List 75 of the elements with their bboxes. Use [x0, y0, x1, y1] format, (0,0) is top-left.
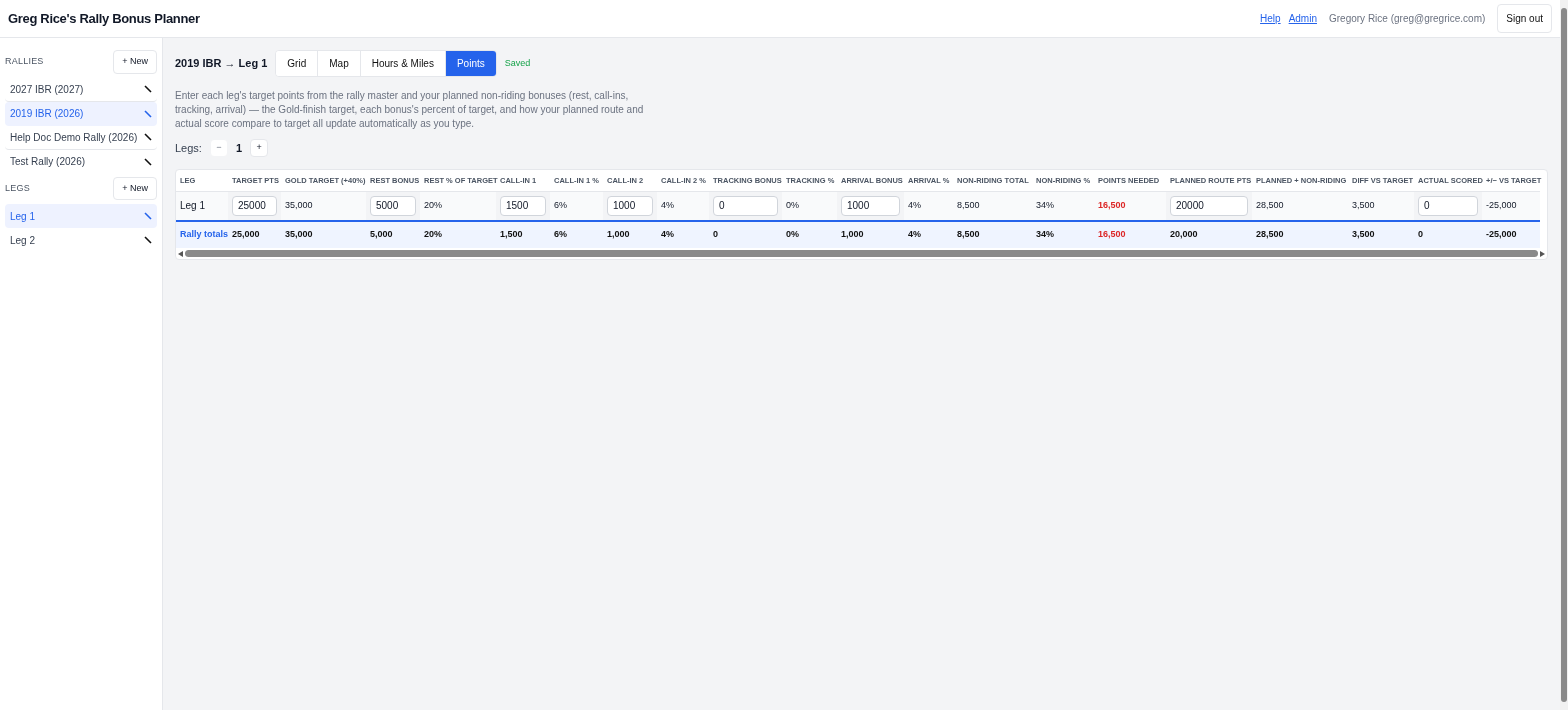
scrollbar-thumb[interactable] [1561, 8, 1567, 702]
sidebar-item[interactable]: Leg 2 [5, 228, 157, 252]
total-cell: 34% [1032, 221, 1094, 248]
table-cell: Leg 1 [176, 191, 228, 221]
total-cell: 20,000 [1166, 221, 1252, 248]
total-cell: 3,500 [1348, 221, 1414, 248]
legs-count: 1 [235, 140, 243, 156]
number-input[interactable]: 1000 [607, 195, 653, 216]
table-cell: 35,000 [281, 191, 366, 221]
total-cell: -25,000 [1482, 221, 1540, 248]
total-cell: 1,500 [496, 221, 550, 248]
number-input[interactable]: 1500 [500, 195, 546, 216]
sidebar-item[interactable]: 2027 IBR (2027) [5, 77, 157, 102]
table-cell: 34% [1032, 191, 1094, 221]
table-cell: 16,500 [1094, 191, 1166, 221]
table-cell: 8,500 [953, 191, 1032, 221]
view-tab[interactable]: Points [444, 51, 496, 76]
description: Enter each leg's target points from the rally master and your planned non-riding bonuses (rest, call-ins, tracking, arrival) — the Gold-finish target, each bonus's percent of target, and how your planned route and actual score compare to target all update automatically as you type. [175, 89, 645, 131]
number-input[interactable]: 0 [1418, 195, 1478, 216]
table-cell: 6% [550, 191, 603, 221]
sign-out-button[interactable]: Sign out [1497, 4, 1552, 33]
total-cell: 25,000 [228, 221, 281, 248]
horizontal-scrollbar[interactable] [176, 248, 1547, 259]
pencil-icon[interactable] [144, 133, 152, 141]
total-cell: 0% [782, 221, 837, 248]
total-cell: 4% [657, 221, 709, 248]
total-cell: 28,500 [1252, 221, 1348, 248]
total-cell: 1,000 [603, 221, 657, 248]
number-input[interactable]: 20000 [1170, 195, 1248, 216]
sidebar-item[interactable]: Help Doc Demo Rally (2026) [5, 125, 157, 150]
pencil-icon[interactable] [144, 85, 152, 93]
sidebar-item[interactable]: Leg 1 [5, 204, 157, 228]
table-cell: 0% [782, 191, 837, 221]
number-input[interactable]: 0 [713, 195, 778, 216]
increment-button[interactable]: + [250, 139, 269, 157]
save-status: Saved [504, 56, 531, 70]
breadcrumb: 2019 IBR → Leg 1 [175, 56, 268, 72]
total-cell: 35,000 [281, 221, 366, 248]
table-cell: 4% [657, 191, 709, 221]
total-cell: 1,000 [837, 221, 904, 248]
new-button[interactable]: + New [113, 50, 157, 74]
number-input[interactable]: 1000 [841, 195, 900, 216]
section-heading: LEGS [5, 181, 30, 195]
pencil-icon[interactable] [144, 157, 152, 166]
total-cell: 4% [904, 221, 953, 248]
total-cell: 5,000 [366, 221, 420, 248]
number-input[interactable]: 25000 [232, 195, 277, 216]
table-cell: 28,500 [1252, 191, 1348, 221]
sidebar-item[interactable]: Test Rally (2026) [5, 149, 157, 174]
total-cell: 8,500 [953, 221, 1032, 248]
table-cell: 20% [420, 191, 496, 221]
decrement-button[interactable]: − [209, 139, 228, 157]
pencil-icon[interactable] [144, 236, 152, 244]
table-cell: 3,500 [1348, 191, 1414, 221]
total-cell: 6% [550, 221, 603, 248]
scroll-right-icon[interactable] [1540, 250, 1545, 257]
total-cell: 0 [709, 221, 782, 248]
scroll-left-icon[interactable] [178, 250, 183, 257]
total-cell: 20% [420, 221, 496, 248]
number-input[interactable]: 5000 [370, 195, 416, 216]
app-title: Greg Rice's Rally Bonus Planner [8, 9, 200, 28]
total-cell: 0 [1414, 221, 1482, 248]
total-cell: 16,500 [1094, 221, 1166, 248]
user-email: Gregory Rice (greg@gregrice.com) [1329, 12, 1486, 26]
legs-label: Legs: [175, 140, 202, 156]
header-link[interactable]: Admin [1288, 11, 1317, 26]
table-cell: 4% [904, 191, 953, 221]
table-cell: -25,000 [1482, 191, 1540, 221]
vertical-scrollbar[interactable] [1560, 0, 1568, 710]
new-button[interactable]: + New [113, 176, 157, 200]
total-cell: Rally totals [176, 221, 228, 248]
header-link[interactable]: Help [1260, 11, 1281, 26]
section-heading: RALLIES [5, 55, 44, 68]
sidebar-item[interactable]: 2019 IBR (2026) [5, 101, 157, 126]
scrollbar-thumb[interactable] [185, 250, 1538, 257]
